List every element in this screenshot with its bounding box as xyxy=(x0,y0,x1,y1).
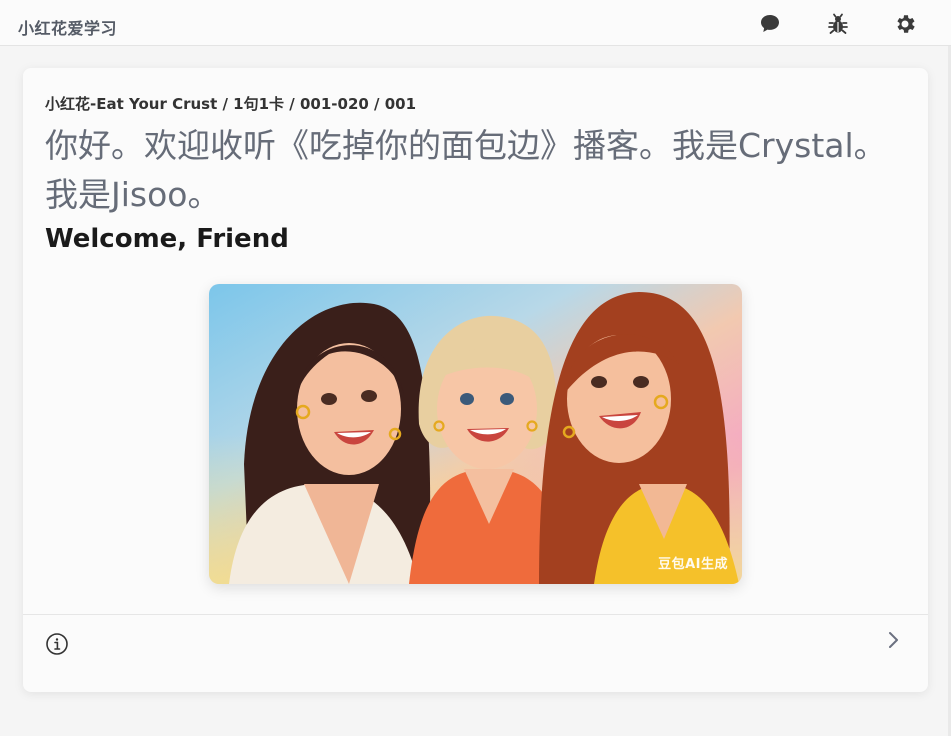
three-women-selfie-image xyxy=(209,284,742,584)
card-illustration: 豆包AI生成 xyxy=(209,284,742,584)
ai-watermark: 豆包AI生成 xyxy=(658,557,728,572)
chevron-right-icon[interactable] xyxy=(885,629,903,651)
top-bar: 小红花爱学习 xyxy=(0,0,951,46)
app-title: 小红花爱学习 xyxy=(18,19,118,38)
info-icon[interactable] xyxy=(45,632,69,656)
flash-card: 小红花-Eat Your Crust / 1句1卡 / 001-020 / 00… xyxy=(23,68,928,692)
bug-icon[interactable] xyxy=(826,12,850,36)
breadcrumb: 小红花-Eat Your Crust / 1句1卡 / 001-020 / 00… xyxy=(45,95,417,113)
english-translation: Welcome, Friend xyxy=(45,224,289,254)
chinese-sentence: 你好。欢迎收听《吃掉你的面包边》播客。我是Crystal。我是Jisoo。 xyxy=(45,126,887,214)
chat-bubble-icon[interactable] xyxy=(758,12,782,36)
gear-icon[interactable] xyxy=(893,12,917,36)
card-divider xyxy=(23,614,928,615)
